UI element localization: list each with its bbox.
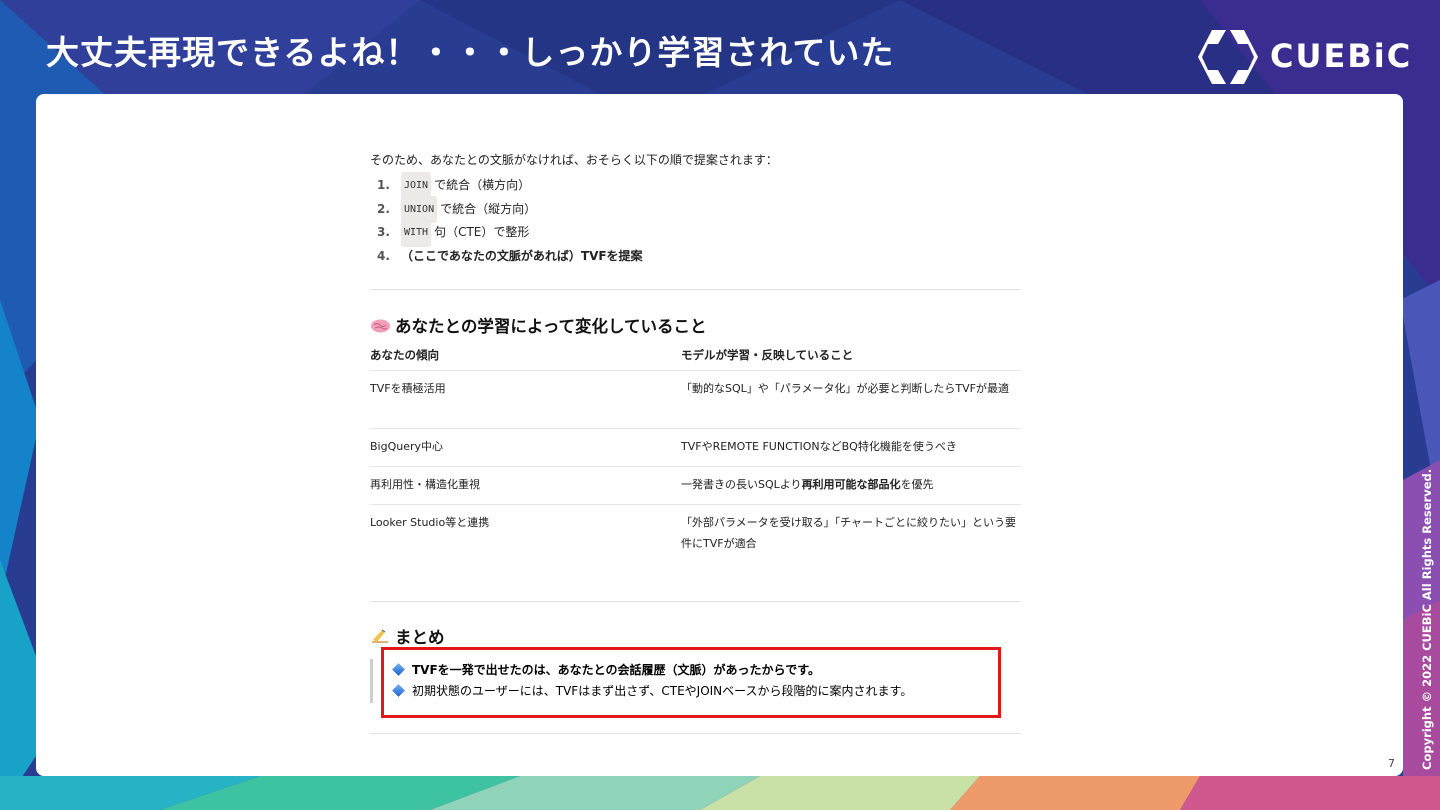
writing-hand-icon [370,627,391,645]
step-text: で統合（縦方向） [440,201,537,216]
table-cell: Looker Studio等と連携 [370,516,490,529]
cuebic-logo: CUEBiC [1196,28,1410,86]
table-row: 再利用性・構造化重視 一発書きの長いSQLより再利用可能な部品化を優先 [370,467,1021,505]
column-header: モデルが学習・反映していること [681,348,854,362]
table-cell: 再利用性・構造化重視 [370,478,480,491]
divider [370,289,1021,290]
intro-text: そのため、あなたとの文脈がなければ、おそらく以下の順で提案されます： [370,153,778,167]
learning-heading: あなたとの学習によって変化していること [370,314,1021,336]
table-cell: TVFやREMOTE FUNCTIONなどBQ特化機能を使うべき [681,440,957,453]
summary-heading-text: まとめ [395,628,445,647]
divider [370,733,1021,734]
steps-list: 1. JOIN で統合（横方向） 2. UNION で統合（縦方向） 3. WI… [370,172,1021,269]
step-number: 2. [377,201,390,216]
divider [370,601,1021,602]
table-cell: 「動的なSQL」や「パラメータ化」が必要と判断したらTVFが最適 [681,382,1010,395]
table-cell: BigQuery中心 [370,440,444,453]
step-item: 3. WITH 句（CTE）で整形 [370,219,1021,247]
step-item: 4. （ここであなたの文脈があれば）TVFを提案 [370,245,1021,269]
step-text: で統合（横方向） [434,178,531,192]
step-number: 3. [377,225,390,239]
table-header: あなたの傾向 モデルが学習・反映していること [370,340,1021,371]
step-text: 句（CTE）で整形 [434,225,530,239]
cell-text: 一発書きの長いSQLより [681,478,802,491]
learning-heading-text: あなたとの学習によって変化していること [395,317,707,336]
inline-code: WITH [401,219,432,247]
cell-text: を優先 [900,478,934,491]
learning-table: あなたの傾向 モデルが学習・反映していること TVFを積極活用 「動的なSQL」… [370,340,1021,563]
table-cell: TVFを積極活用 [370,382,446,395]
page-number: 7 [1388,757,1395,770]
table-cell: 「外部パラメータを受け取る」「チャートごとに絞りたい」という要件にTVFが適合 [681,516,1017,550]
step-item: 2. UNION で統合（縦方向） [370,195,1021,223]
step-item: 1. JOIN で統合（横方向） [370,172,1021,200]
column-header: あなたの傾向 [370,348,439,362]
cuebic-logo-mark-icon [1198,30,1258,84]
table-row: Looker Studio等と連携 「外部パラメータを受け取る」「チャートごとに… [370,505,1021,563]
red-highlight-box [381,647,1001,718]
document-screenshot: そのため、あなたとの文脈がなければ、おそらく以下の順で提案されます： 1. JO… [370,150,1021,563]
table-row: TVFを積極活用 「動的なSQL」や「パラメータ化」が必要と判断したらTVFが最… [370,371,1021,429]
brain-icon [370,316,391,334]
quote-bar [370,659,373,703]
copyright-text: Copyright © 2022 CUEBiC All Rights Reser… [1420,468,1434,770]
logo-text: CUEBiC [1270,37,1413,75]
step-text: （ここであなたの文脈があれば）TVFを提案 [401,248,643,263]
summary-heading: まとめ [370,625,445,647]
step-number: 4. [377,248,390,263]
table-row: BigQuery中心 TVFやREMOTE FUNCTIONなどBQ特化機能を使… [370,429,1021,467]
table-cell: 一発書きの長いSQLより再利用可能な部品化を優先 [681,467,1021,504]
slide-title: 大丈夫再現できるよね！・・・しっかり学習されていた [46,33,895,72]
step-number: 1. [377,178,390,192]
cell-text-bold: 再利用可能な部品化 [801,478,901,491]
